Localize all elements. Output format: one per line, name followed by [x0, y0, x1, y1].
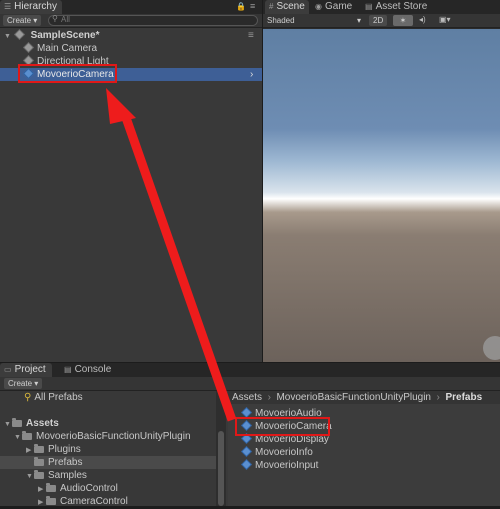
drag-arrow-annotation: [106, 88, 237, 422]
arrow-shaft: [119, 110, 237, 422]
arrow-head: [106, 88, 136, 124]
